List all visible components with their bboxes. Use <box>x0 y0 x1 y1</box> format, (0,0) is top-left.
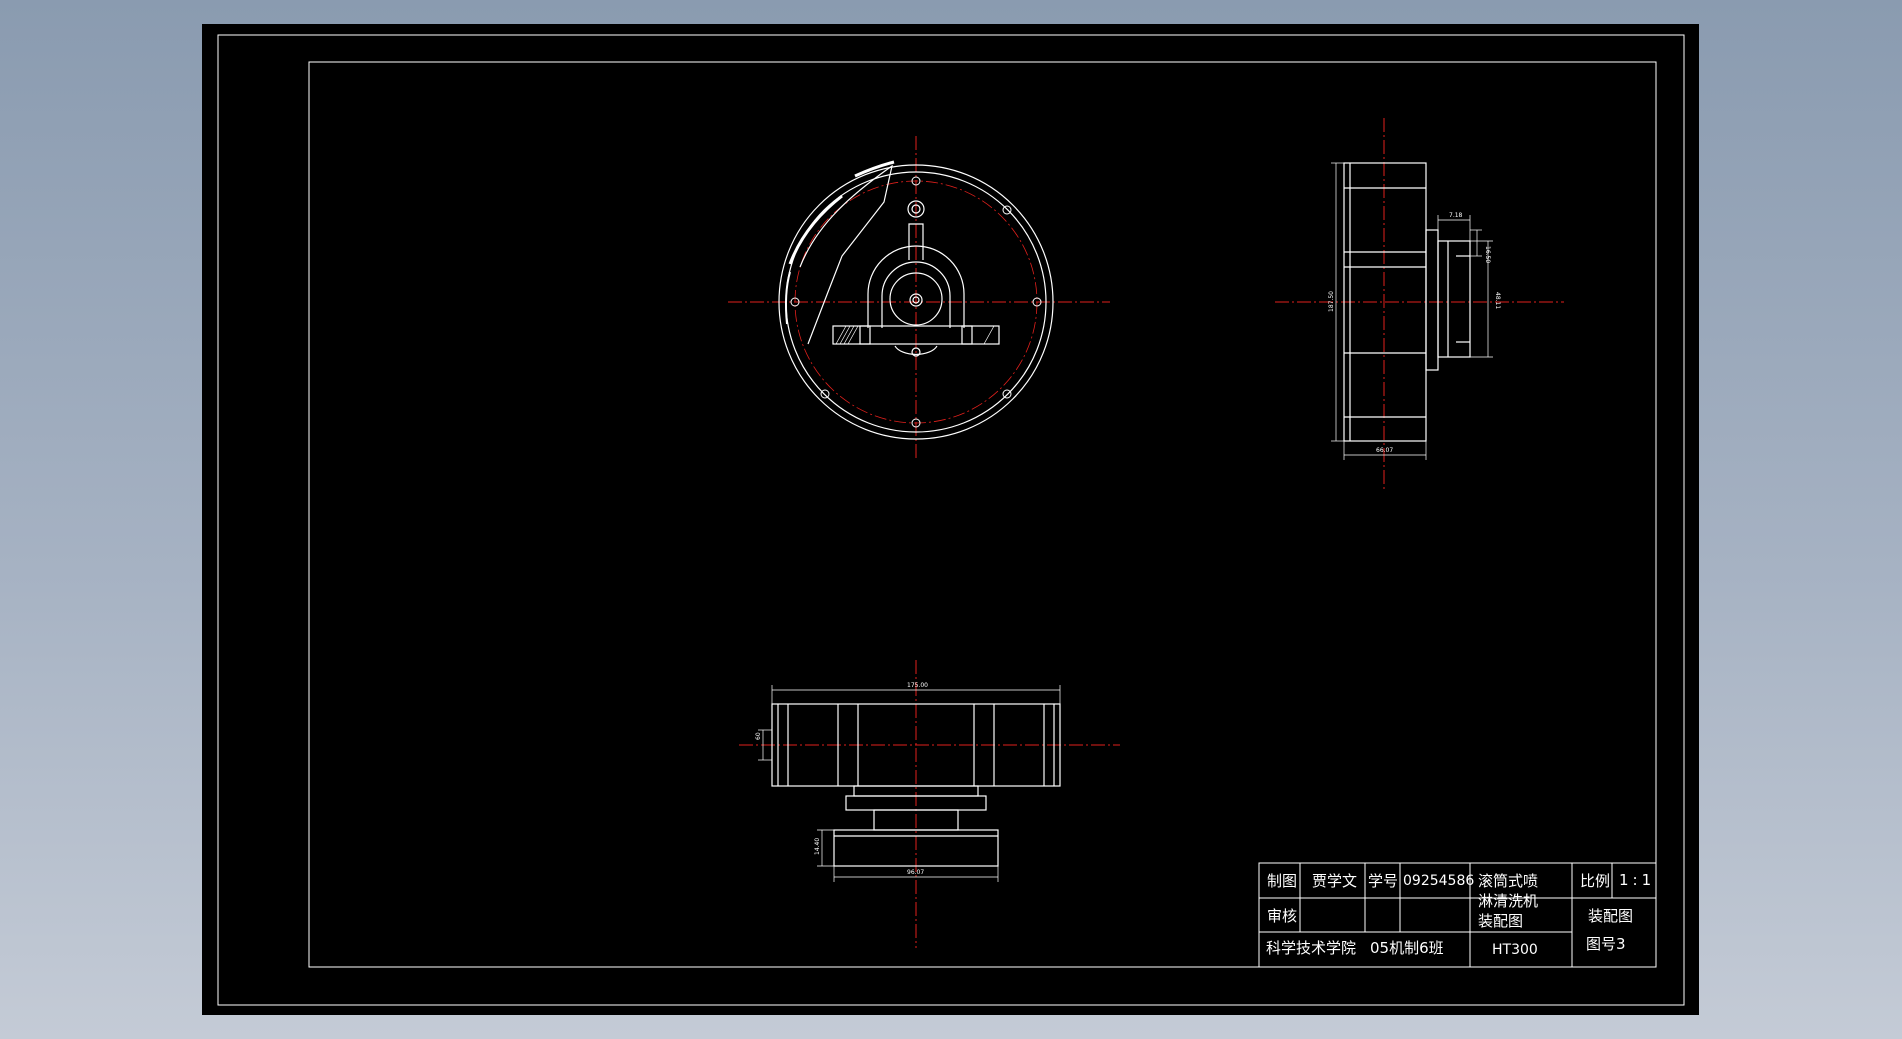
bottom-view-center-lines <box>739 660 1120 948</box>
dim-side-bottom: 66.07 <box>1376 447 1393 454</box>
student-id-label: 学号 <box>1368 872 1398 890</box>
inner-frame <box>308 61 1657 968</box>
class-name: 05机制6班 <box>1370 939 1444 957</box>
drawing-number: 图号3 <box>1586 935 1626 953</box>
school-name: 科学技术学院 <box>1266 939 1356 957</box>
product-name-line2: 淋清洗机 <box>1478 892 1538 910</box>
dim-bottom-top: 175.00 <box>907 682 928 689</box>
drawer-name: 贾学文 <box>1312 872 1357 890</box>
front-view <box>728 136 1110 458</box>
drawn-by-label: 制图 <box>1267 872 1297 890</box>
dim-side-right-hub: 48.11 <box>1494 292 1501 309</box>
drawing-sheet: 7.18 16.50 48.11 187.50 66.07 175.00 60 … <box>202 24 1699 1015</box>
dim-side-top: 7.18 <box>1449 212 1463 219</box>
student-id: 09254586 <box>1403 873 1474 889</box>
sheet-frames <box>217 34 1685 1006</box>
drawing-type: 装配图 <box>1588 907 1633 925</box>
product-name-line3: 装配图 <box>1478 912 1523 930</box>
side-view: 7.18 16.50 48.11 187.50 66.07 <box>1275 118 1564 490</box>
dim-bottom-bottom: 96.07 <box>907 869 924 876</box>
cad-drawing: 7.18 16.50 48.11 187.50 66.07 175.00 60 … <box>217 34 1685 1006</box>
material: HT300 <box>1492 942 1538 958</box>
bottom-view: 175.00 60 14.40 96.07 <box>739 660 1120 948</box>
title-block: 制图 贾学文 学号 09254586 审核 滚筒式喷 淋清洗机 装配图 比例 1… <box>1258 862 1657 968</box>
dim-bottom-small-left: 14.40 <box>814 838 821 855</box>
scale-label: 比例 <box>1580 872 1610 890</box>
dim-side-left-height: 187.50 <box>1328 291 1335 312</box>
side-view-dimension-lines <box>1331 162 1493 460</box>
dim-side-right-small: 16.50 <box>1484 246 1491 263</box>
product-name-line1: 滚筒式喷 <box>1478 872 1538 890</box>
side-view-center-lines <box>1275 118 1564 490</box>
dim-bottom-left: 60 <box>755 732 762 740</box>
bottom-view-dimension-lines <box>758 685 1061 882</box>
outer-frame <box>217 34 1685 1006</box>
scale-value: 1:1 <box>1619 871 1655 889</box>
review-label: 审核 <box>1267 907 1297 925</box>
